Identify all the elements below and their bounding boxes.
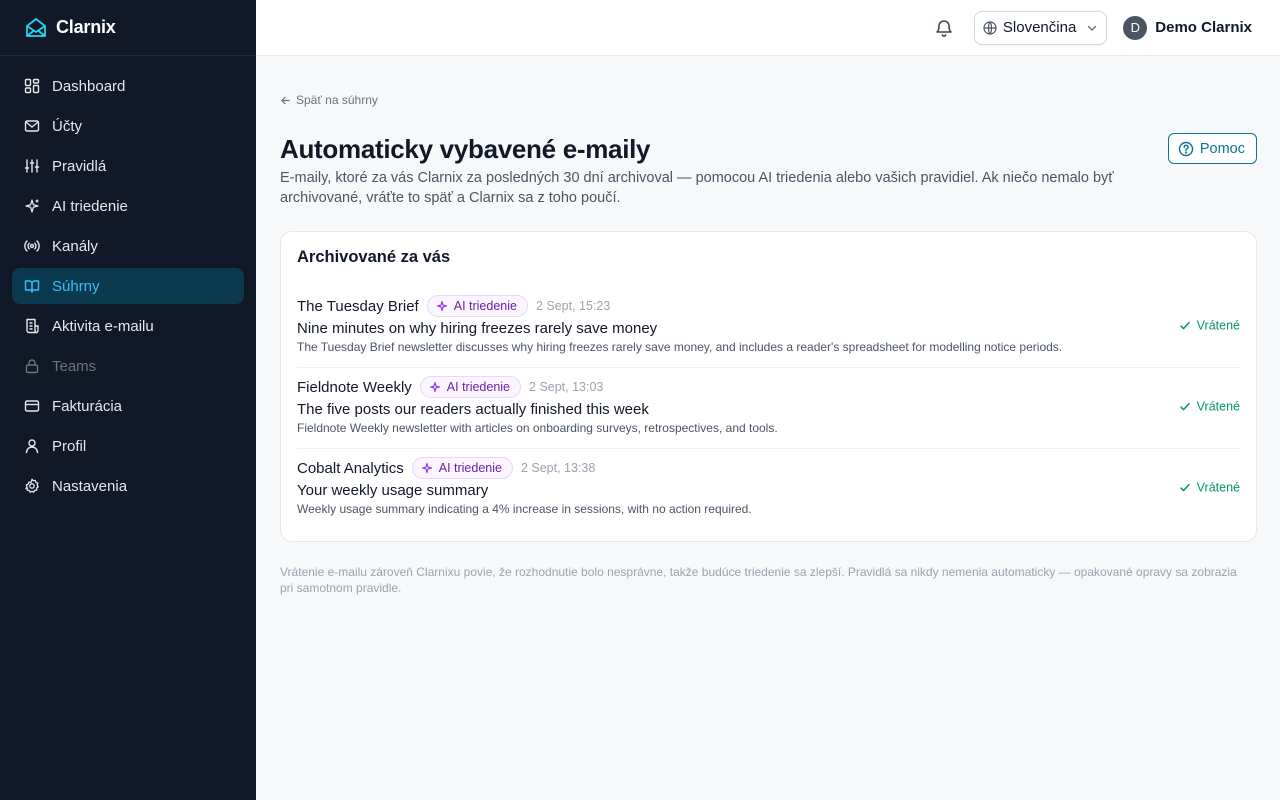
email-date: 2 Sept, 15:23 [535,299,611,313]
sidebar-item-summaries[interactable]: Súhrny [12,268,244,304]
arrow-left-icon [280,95,296,106]
sidebar-item-label: Súhrny [52,277,100,295]
sparkles-icon [421,462,439,474]
page-description: E-maily, ktoré za vás Clarnix za posledn… [280,170,1114,206]
email-subject: Nine minutes on why hiring freezes rarel… [297,320,658,337]
sparkles-icon [429,381,447,393]
user-name: Demo Clarnix [1155,19,1252,36]
broadcast-icon [24,238,40,254]
gear-icon [24,478,40,494]
sidebar-item-label: Účty [52,117,82,135]
badge-label: AI triedenie [438,461,502,475]
list-item[interactable]: Cobalt Analytics AI triedenie 2 Sept, 13… [297,449,1240,529]
sidebar-item-ai-triage[interactable]: AI triedenie [12,188,244,224]
mail-icon [24,118,40,134]
check-icon [1179,482,1197,494]
email-sender: Fieldnote Weekly [297,378,412,396]
ai-triage-badge: AI triedenie [426,295,528,317]
help-button[interactable]: Pomoc [1167,133,1257,164]
badge-label: AI triedenie [453,299,517,313]
list-item[interactable]: Fieldnote Weekly AI triedenie 2 Sept, 13… [297,368,1240,449]
status-label: Vrátené [1196,318,1240,333]
sidebar-nav: Dashboard Účty Pravidlá AI triedenie Kan… [0,56,256,504]
email-date: 2 Sept, 13:03 [529,380,604,394]
sparkles-icon [24,198,40,214]
language-select-value: Slovenčina [1002,19,1077,36]
sidebar-item-profile[interactable]: Profil [12,428,244,464]
card-title: Archivované za vás [297,248,451,266]
sidebar: Clarnix Dashboard Účty Pravidlá AI tried… [0,0,256,800]
sidebar-item-label: Profil [52,437,87,455]
sidebar-item-settings[interactable]: Nastavenia [12,468,244,504]
status-badge: Vrátené [1179,481,1240,495]
email-summary: Weekly usage summary indicating a 4% inc… [297,502,752,516]
sidebar-item-label: Dashboard [52,77,126,95]
ai-triage-badge: AI triedenie [411,457,513,479]
dashboard-icon [24,78,40,94]
sidebar-item-teams: Teams [12,348,244,384]
topbar: Slovenčina D Demo Clarnix [256,0,1280,56]
email-sender: The Tuesday Brief [297,297,419,315]
page-header: Automaticky vybavené e-maily E-maily, kt… [280,133,1257,208]
sidebar-item-dashboard[interactable]: Dashboard [12,68,244,104]
sidebar-item-label: Kanály [52,237,98,255]
help-button-label: Pomoc [1199,140,1245,157]
user-menu[interactable]: D Demo Clarnix [1123,15,1252,40]
sidebar-item-label: Pravidlá [52,157,107,175]
bell-icon[interactable] [932,16,956,40]
sidebar-item-label: Teams [52,357,97,375]
archived-card: Archivované za vás The Tuesday Brief AI … [280,231,1257,542]
avatar: D [1123,15,1148,40]
brand-name: Clarnix [56,17,116,37]
chevron-down-icon [1086,22,1098,34]
back-link-label: Späť na súhrny [296,93,378,107]
status-label: Vrátené [1196,399,1240,414]
status-badge: Vrátené [1179,319,1240,333]
brand[interactable]: Clarnix [0,0,256,56]
footnote: Vrátenie e-mailu zároveň Clarnixu povie,… [280,565,1237,595]
sidebar-item-billing[interactable]: Fakturácia [12,388,244,424]
sparkles-icon [436,300,454,312]
email-summary: Fieldnote Weekly newsletter with article… [297,421,778,435]
sidebar-item-channels[interactable]: Kanály [12,228,244,264]
status-badge: Vrátené [1179,400,1240,414]
user-icon [24,438,40,454]
credit-card-icon [24,398,40,414]
main-content: Späť na súhrny Automaticky vybavené e-ma… [280,56,1257,596]
check-icon [1179,401,1197,413]
sliders-icon [24,158,40,174]
email-subject: Your weekly usage summary [297,482,489,499]
email-subject: The five posts our readers actually fini… [297,401,649,418]
sidebar-item-label: Nastavenia [52,477,128,495]
email-date: 2 Sept, 13:38 [520,461,596,475]
ai-triage-badge: AI triedenie [419,376,522,398]
sidebar-item-label: Fakturácia [52,397,123,415]
sidebar-item-accounts[interactable]: Účty [12,108,244,144]
check-icon [1179,320,1197,332]
receipt-icon [24,318,40,334]
sidebar-item-label: AI triedenie [52,197,128,215]
lock-icon [24,358,40,374]
clarnix-logo-icon [24,16,48,40]
list-item[interactable]: The Tuesday Brief AI triedenie 2 Sept, 1… [297,287,1240,368]
globe-icon [983,20,997,35]
email-summary: The Tuesday Brief newsletter discusses w… [297,340,1063,354]
language-select[interactable]: Slovenčina [973,10,1108,45]
help-circle-icon [1178,141,1200,157]
sidebar-item-rules[interactable]: Pravidlá [12,148,244,184]
sidebar-item-email-activity[interactable]: Aktivita e-mailu [12,308,244,344]
page-title: Automaticky vybavené e-maily [280,134,651,164]
email-sender: Cobalt Analytics [297,459,404,477]
sidebar-item-label: Aktivita e-mailu [52,317,154,335]
book-open-icon [24,278,40,294]
badge-label: AI triedenie [446,380,511,394]
status-label: Vrátené [1196,480,1240,495]
back-link[interactable]: Späť na súhrny [280,93,378,107]
